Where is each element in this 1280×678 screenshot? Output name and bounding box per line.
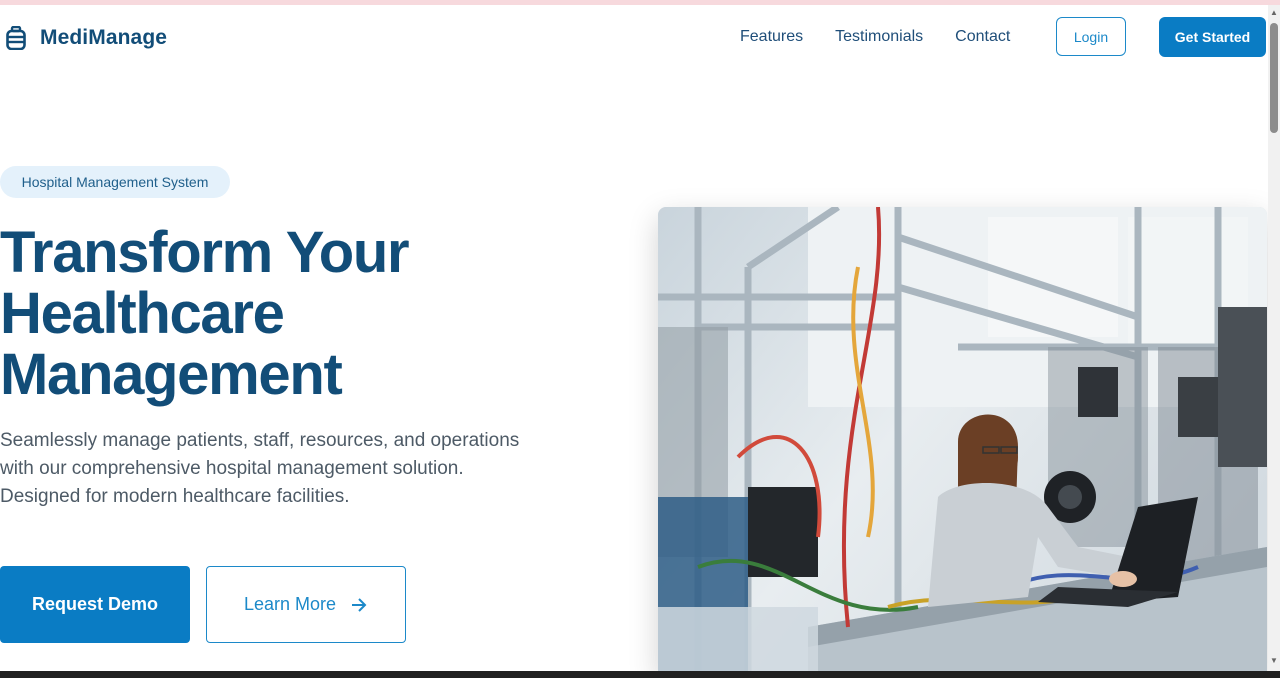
nav-link-features[interactable]: Features — [740, 28, 803, 46]
description-line-3: Designed for modern healthcare facilitie… — [0, 486, 350, 507]
nav-link-testimonials[interactable]: Testimonials — [835, 28, 923, 46]
hero-photo — [658, 207, 1267, 673]
headline-line-3: Management — [0, 342, 343, 407]
learn-more-button[interactable]: Learn More — [206, 566, 406, 643]
arrow-right-icon — [352, 597, 367, 612]
hero-badge: Hospital Management System — [0, 166, 230, 198]
scroll-down-arrow-icon[interactable]: ▼ — [1270, 657, 1278, 665]
brand-logo[interactable]: MediManage — [6, 25, 167, 51]
login-button[interactable]: Login — [1056, 17, 1126, 56]
get-started-button[interactable]: Get Started — [1159, 17, 1266, 57]
description-line-1: Seamlessly manage patients, staff, resou… — [0, 430, 520, 451]
scroll-up-arrow-icon[interactable]: ▲ — [1270, 9, 1278, 17]
nav-link-contact[interactable]: Contact — [955, 28, 1010, 46]
hero-description: Seamlessly manage patients, staff, resou… — [0, 427, 600, 511]
hospital-bag-icon — [6, 26, 26, 50]
site-header: MediManage Features Testimonials Contact… — [0, 5, 1268, 71]
headline-line-1: Transform Your — [0, 220, 410, 285]
hero-headline: Transform Your Healthcare Management — [0, 222, 620, 405]
scrollbar-thumb[interactable] — [1270, 23, 1278, 133]
page-scrollbar[interactable]: ▲ ▼ — [1268, 5, 1280, 671]
description-line-2: with our comprehensive hospital manageme… — [0, 458, 464, 479]
brand-name: MediManage — [40, 26, 168, 49]
learn-more-label: Learn More — [243, 594, 337, 614]
request-demo-button[interactable]: Request Demo — [0, 566, 190, 643]
bottom-edge-bar — [0, 671, 1280, 678]
main-nav: Features Testimonials Contact — [740, 28, 1042, 46]
headline-line-2: Healthcare — [0, 281, 285, 346]
photo-engineer-at-laptop — [658, 207, 1267, 673]
